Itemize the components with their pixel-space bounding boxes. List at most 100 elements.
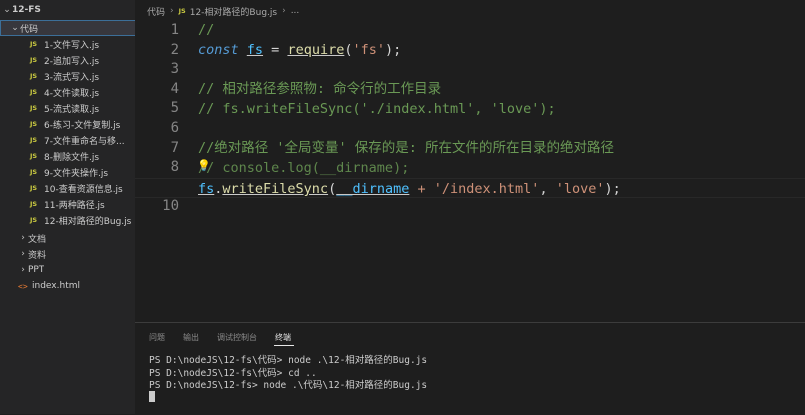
folder-code[interactable]: ⌄ 代码: [0, 20, 135, 36]
file-item-label: 10-查看资源信息.js: [44, 184, 123, 195]
file-item[interactable]: JS 8-删除文件.js: [0, 148, 135, 164]
line-number: 3: [170, 61, 179, 78]
folder-docs[interactable]: › 文档: [0, 230, 135, 246]
js-file-icon: JS: [30, 152, 38, 160]
chevron-down-icon: ⌄: [11, 23, 19, 33]
code-comment: // console.log(__dirname);: [198, 160, 410, 176]
explorer-root-folder[interactable]: ⌄ 12-FS: [0, 2, 135, 18]
html-file-icon: <>: [18, 281, 28, 291]
file-item-label: 7-文件重命名与移...: [44, 136, 125, 147]
tab-problems[interactable]: 问题: [149, 332, 165, 343]
code-content: const fs = require('fs');: [198, 40, 401, 60]
terminal-cursor[interactable]: [149, 391, 155, 402]
code-comment: //绝对路径 '全局变量' 保存的是: 所在文件的所在目录的绝对路径: [198, 140, 615, 156]
file-item-label: 5-流式读取.js: [44, 104, 100, 115]
code-line-5[interactable]: // fs.writeFileSync('./index.html', 'lov…: [135, 99, 805, 119]
file-item-label: 12-相对路径的Bug.js: [44, 216, 132, 227]
function-writeFileSync: writeFileSync: [222, 181, 329, 197]
file-item[interactable]: JS 5-流式读取.js: [0, 100, 135, 116]
code-line-8[interactable]: // console.log(__dirname); 💡: [135, 158, 805, 178]
string-love: 'love': [555, 181, 605, 197]
code-editor[interactable]: 12345678910 // const fs = require('fs');…: [135, 22, 805, 322]
code-comment: //: [198, 22, 215, 38]
root-folder-label: 12-FS: [12, 5, 41, 15]
code-line-2[interactable]: const fs = require('fs');: [135, 40, 805, 60]
js-file-icon: JS: [30, 40, 38, 48]
operator-plus: +: [409, 181, 434, 197]
chevron-down-icon: ⌄: [3, 5, 11, 15]
line-number: 10: [162, 198, 179, 215]
string-fs: 'fs': [352, 42, 385, 58]
line-number: 6: [170, 120, 179, 136]
file-item-label: 2-追加写入.js: [44, 56, 100, 67]
file-item[interactable]: JS 7-文件重命名与移...: [0, 132, 135, 148]
breadcrumb: 代码 › JS 12-相对路径的Bug.js › ...: [135, 0, 805, 22]
js-file-icon: JS: [178, 7, 186, 15]
chevron-right-icon: ›: [21, 265, 25, 275]
code-line-4[interactable]: // 相对路径参照物: 命令行的工作目录: [135, 79, 805, 99]
file-item[interactable]: JS 9-文件夹操作.js: [0, 164, 135, 180]
file-item[interactable]: JS 4-文件读取.js: [0, 84, 135, 100]
terminal-line: PS D:\nodeJS\12-fs> node .\代码\12-相对路径的Bu…: [149, 380, 428, 391]
variable-fs: fs: [198, 181, 215, 197]
folder-ppt[interactable]: › PPT: [0, 262, 135, 278]
tab-output[interactable]: 输出: [183, 332, 199, 343]
file-item-label: 8-删除文件.js: [44, 152, 100, 163]
keyword-const: const: [198, 42, 239, 58]
code-line-9[interactable]: fs.writeFileSync(__dirname + '/index.htm…: [135, 178, 805, 198]
tab-terminal[interactable]: 终端: [275, 332, 291, 343]
js-file-icon: JS: [30, 200, 38, 208]
chevron-right-icon: ›: [21, 249, 25, 259]
chevron-right-icon: ›: [282, 6, 286, 16]
paren-close: );: [604, 181, 621, 197]
explorer-sidebar: ⌄ 12-FS ⌄ 代码 JS 1-文件写入.js JS 2-追加写入.js JS 3-流…: [0, 0, 135, 414]
paren-close: );: [385, 42, 402, 58]
chevron-right-icon: ›: [21, 233, 25, 243]
file-item-label: 3-流式写入.js: [44, 72, 100, 83]
file-item[interactable]: JS 12-相对路径的Bug.js: [0, 212, 135, 228]
file-item[interactable]: JS 3-流式写入.js: [0, 68, 135, 84]
folder-code-label: 代码: [20, 24, 39, 35]
js-file-icon: JS: [30, 184, 38, 192]
active-tab-indicator: [274, 345, 294, 346]
bottom-panel: 问题 输出 调试控制台 终端 PS D:\nodeJS\12-fs\代码> no…: [135, 322, 805, 415]
js-file-icon: JS: [30, 120, 38, 128]
folder-ppt-label: PPT: [28, 265, 45, 275]
file-item[interactable]: JS 1-文件写入.js: [0, 36, 135, 52]
js-file-icon: JS: [30, 168, 38, 176]
js-file-icon: JS: [30, 56, 38, 64]
lightbulb-icon[interactable]: 💡: [197, 159, 211, 172]
file-index-html-label: index.html: [32, 281, 80, 291]
folder-materials[interactable]: › 资料: [0, 246, 135, 262]
file-index-html[interactable]: <> index.html: [0, 278, 135, 294]
code-line-1[interactable]: //: [135, 20, 805, 40]
function-require: require: [287, 42, 345, 58]
file-item-label: 4-文件读取.js: [44, 88, 100, 99]
js-file-icon: JS: [30, 88, 38, 96]
comma: ,: [539, 181, 556, 197]
breadcrumb-more[interactable]: ...: [291, 6, 300, 16]
js-file-icon: JS: [30, 136, 38, 144]
file-item[interactable]: JS 2-追加写入.js: [0, 52, 135, 68]
breadcrumb-folder[interactable]: 代码: [147, 5, 165, 18]
breadcrumb-file[interactable]: 12-相对路径的Bug.js: [190, 5, 277, 18]
code-line-7[interactable]: //绝对路径 '全局变量' 保存的是: 所在文件的所在目录的绝对路径: [135, 138, 805, 158]
file-item-label: 6-练习-文件复制.js: [44, 120, 121, 131]
code-comment: // 相对路径参照物: 命令行的工作目录: [198, 81, 442, 97]
terminal-line: PS D:\nodeJS\12-fs\代码> node .\12-相对路径的Bu…: [149, 355, 428, 366]
tab-debug-console[interactable]: 调试控制台: [217, 332, 257, 343]
string-index-html: '/index.html': [433, 181, 540, 197]
folder-materials-label: 资料: [28, 250, 47, 261]
code-comment: // fs.writeFileSync('./index.html', 'lov…: [198, 101, 556, 117]
js-file-icon: JS: [30, 104, 38, 112]
file-item[interactable]: JS 11-两种路径.js: [0, 196, 135, 212]
paren-open: (: [328, 181, 337, 197]
js-file-icon: JS: [30, 216, 38, 224]
file-item[interactable]: JS 6-练习-文件复制.js: [0, 116, 135, 132]
code-content: fs.writeFileSync(__dirname + '/index.htm…: [198, 179, 621, 199]
folder-docs-label: 文档: [28, 234, 47, 245]
file-item[interactable]: JS 10-查看资源信息.js: [0, 180, 135, 196]
variable-fs: fs: [246, 42, 264, 58]
chevron-right-icon: ›: [170, 6, 174, 16]
operator-assign: =: [263, 42, 288, 58]
